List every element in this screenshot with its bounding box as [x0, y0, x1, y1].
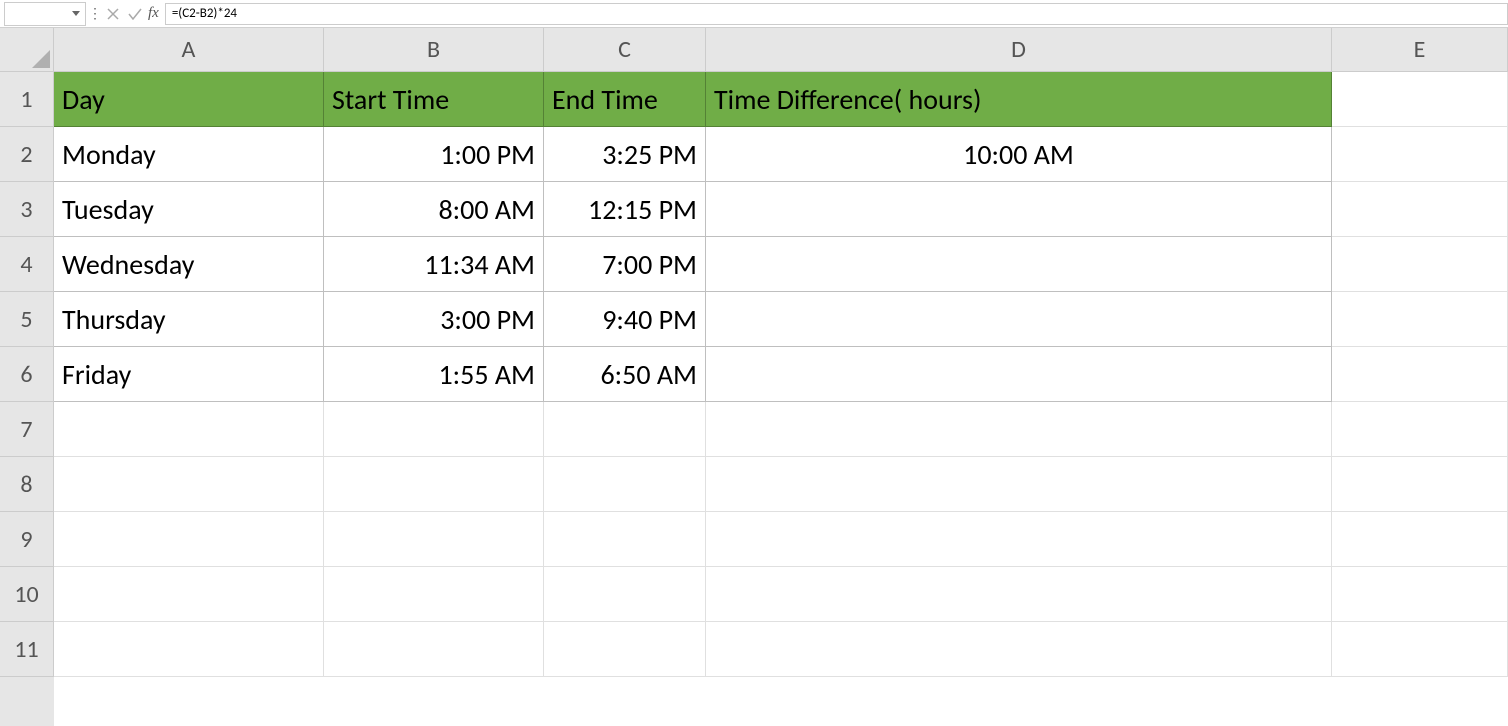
- col-header[interactable]: D: [706, 28, 1332, 72]
- cell[interactable]: Thursday: [54, 292, 324, 347]
- cell[interactable]: [1332, 72, 1508, 127]
- cell[interactable]: [1332, 402, 1508, 457]
- cell[interactable]: [54, 512, 324, 567]
- cell[interactable]: [544, 402, 706, 457]
- cell[interactable]: 1:00 PM: [324, 127, 544, 182]
- more-icon[interactable]: ⋮: [88, 3, 102, 25]
- column-headers: A B C D E: [54, 28, 1508, 72]
- col-header[interactable]: C: [544, 28, 706, 72]
- cell[interactable]: 1:55 AM: [324, 347, 544, 402]
- formula-bar: ⋮ fx: [0, 0, 1508, 28]
- row-header[interactable]: 10: [0, 567, 54, 622]
- cell[interactable]: 6:50 AM: [544, 347, 706, 402]
- row-header[interactable]: 5: [0, 292, 54, 347]
- cell[interactable]: 8:00 AM: [324, 182, 544, 237]
- cell[interactable]: [1332, 237, 1508, 292]
- cell[interactable]: Start Time: [324, 72, 544, 127]
- cell[interactable]: Time Difference( hours): [706, 72, 1332, 127]
- cell[interactable]: [1332, 292, 1508, 347]
- cell[interactable]: [54, 402, 324, 457]
- row-header[interactable]: 6: [0, 347, 54, 402]
- cell[interactable]: Friday: [54, 347, 324, 402]
- cell[interactable]: 9:40 PM: [544, 292, 706, 347]
- table-row: [54, 512, 1508, 567]
- cell[interactable]: 10:00 AM: [706, 127, 1332, 182]
- table-row: Friday 1:55 AM 6:50 AM: [54, 347, 1508, 402]
- cell[interactable]: [324, 622, 544, 677]
- cell[interactable]: Day: [54, 72, 324, 127]
- cell[interactable]: 11:34 AM: [324, 237, 544, 292]
- cells-area: A B C D E Day Start Time End Time Time D…: [54, 28, 1508, 726]
- cell[interactable]: [706, 512, 1332, 567]
- table-row: [54, 567, 1508, 622]
- row-header[interactable]: 8: [0, 457, 54, 512]
- cell[interactable]: [324, 402, 544, 457]
- cell[interactable]: [324, 512, 544, 567]
- table-row: Thursday 3:00 PM 9:40 PM: [54, 292, 1508, 347]
- data-rows: Day Start Time End Time Time Difference(…: [54, 72, 1508, 677]
- cell[interactable]: [706, 567, 1332, 622]
- cell[interactable]: 3:00 PM: [324, 292, 544, 347]
- cell[interactable]: [324, 567, 544, 622]
- spreadsheet-grid: 1 2 3 4 5 6 7 8 9 10 11 A B C D E Day St…: [0, 28, 1508, 726]
- cell[interactable]: [1332, 182, 1508, 237]
- cell[interactable]: Monday: [54, 127, 324, 182]
- row-header[interactable]: 1: [0, 72, 54, 127]
- cell[interactable]: [706, 622, 1332, 677]
- row-header[interactable]: 2: [0, 127, 54, 182]
- cell[interactable]: 3:25 PM: [544, 127, 706, 182]
- col-header[interactable]: A: [54, 28, 324, 72]
- cell[interactable]: Tuesday: [54, 182, 324, 237]
- cell[interactable]: [706, 457, 1332, 512]
- cell[interactable]: [1332, 347, 1508, 402]
- cell[interactable]: [324, 457, 544, 512]
- row-headers: 1 2 3 4 5 6 7 8 9 10 11: [0, 28, 54, 726]
- col-header[interactable]: E: [1332, 28, 1508, 72]
- table-row: [54, 402, 1508, 457]
- cell[interactable]: [54, 622, 324, 677]
- cell[interactable]: End Time: [544, 72, 706, 127]
- fx-label[interactable]: fx: [148, 5, 159, 22]
- cell[interactable]: [1332, 457, 1508, 512]
- cell[interactable]: [706, 402, 1332, 457]
- select-all-button[interactable]: [0, 28, 54, 72]
- table-row: [54, 457, 1508, 512]
- cell[interactable]: [1332, 127, 1508, 182]
- cell[interactable]: [1332, 622, 1508, 677]
- cell[interactable]: [706, 237, 1332, 292]
- row-header[interactable]: 3: [0, 182, 54, 237]
- row-header[interactable]: 4: [0, 237, 54, 292]
- cell[interactable]: [1332, 567, 1508, 622]
- cell[interactable]: 12:15 PM: [544, 182, 706, 237]
- row-header[interactable]: 7: [0, 402, 54, 457]
- cell[interactable]: [544, 512, 706, 567]
- name-box-dropdown-icon[interactable]: [67, 3, 85, 25]
- cell[interactable]: [544, 457, 706, 512]
- cell[interactable]: [54, 567, 324, 622]
- cell[interactable]: [1332, 512, 1508, 567]
- table-row: Day Start Time End Time Time Difference(…: [54, 72, 1508, 127]
- cell[interactable]: [706, 347, 1332, 402]
- row-header[interactable]: 9: [0, 512, 54, 567]
- cell[interactable]: [706, 182, 1332, 237]
- enter-icon[interactable]: [124, 3, 146, 25]
- col-header[interactable]: B: [324, 28, 544, 72]
- name-box[interactable]: [4, 2, 86, 26]
- cell[interactable]: [54, 457, 324, 512]
- row-header[interactable]: 11: [0, 622, 54, 677]
- cell[interactable]: Wednesday: [54, 237, 324, 292]
- table-row: Monday 1:00 PM 3:25 PM 10:00 AM: [54, 127, 1508, 182]
- table-row: [54, 622, 1508, 677]
- cell[interactable]: [544, 567, 706, 622]
- cell[interactable]: [544, 622, 706, 677]
- cell[interactable]: 7:00 PM: [544, 237, 706, 292]
- cancel-icon[interactable]: [102, 3, 124, 25]
- cell[interactable]: [706, 292, 1332, 347]
- formula-input[interactable]: [165, 3, 1508, 25]
- table-row: Wednesday 11:34 AM 7:00 PM: [54, 237, 1508, 292]
- table-row: Tuesday 8:00 AM 12:15 PM: [54, 182, 1508, 237]
